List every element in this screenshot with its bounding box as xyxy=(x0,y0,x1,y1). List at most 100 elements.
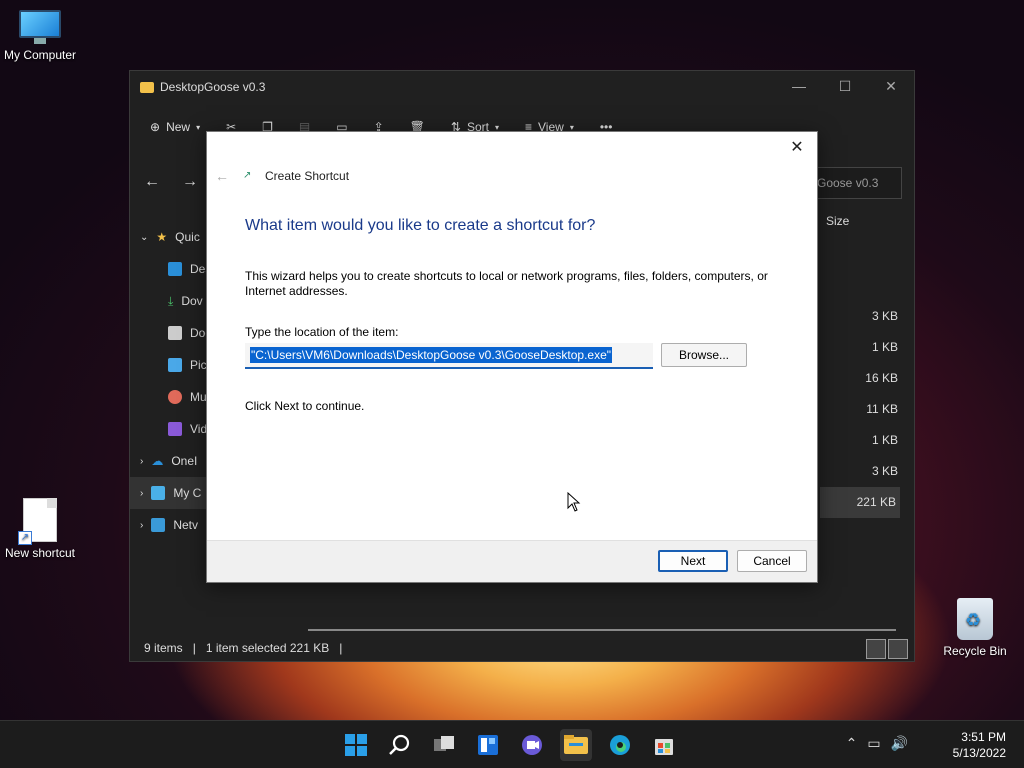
table-row[interactable]: 3 KB xyxy=(820,456,900,487)
location-label: Type the location of the item: xyxy=(245,325,399,339)
clock-time: 3:51 PM xyxy=(961,730,1006,744)
dialog-heading: What item would you like to create a sho… xyxy=(245,217,596,234)
details-view-button[interactable] xyxy=(866,639,886,659)
window-controls: — ☐ ✕ xyxy=(776,71,914,101)
system-tray: ⌃ ▭ 🔊 xyxy=(846,735,908,752)
status-separator: | xyxy=(339,641,343,655)
recycle-bin-icon: ♻ xyxy=(957,598,993,640)
continue-instruction: Click Next to continue. xyxy=(245,399,365,413)
table-row[interactable]: 1 KB xyxy=(820,332,900,363)
start-button[interactable] xyxy=(340,729,372,761)
status-selection: 1 item selected 221 KB xyxy=(205,641,330,655)
desktop-icon xyxy=(168,262,182,276)
dialog-title: Create Shortcut xyxy=(265,169,350,183)
search-icon xyxy=(389,734,410,755)
search-button[interactable] xyxy=(384,729,416,761)
widgets-icon xyxy=(478,735,498,755)
location-input-value: "C:\Users\VM6\Downloads\DesktopGoose v0.… xyxy=(250,347,613,363)
new-button[interactable]: ⊕ New ▾ xyxy=(150,120,200,134)
chat-button[interactable] xyxy=(516,729,548,761)
desktop-icon-label: New shortcut xyxy=(4,546,76,560)
status-item-count: 9 items xyxy=(144,641,183,655)
back-arrow-icon[interactable]: ← xyxy=(144,173,160,191)
picture-icon xyxy=(168,358,182,372)
table-row-selected[interactable]: 221 KB xyxy=(820,487,900,518)
column-header-size[interactable]: Size xyxy=(826,214,849,228)
create-shortcut-dialog: ✕ ← ↗ Create Shortcut What item would yo… xyxy=(206,131,818,583)
table-row[interactable]: 16 KB xyxy=(820,363,900,394)
table-row[interactable]: 3 KB xyxy=(820,301,900,332)
plus-icon: ⊕ xyxy=(150,120,161,134)
desktop-icon-label: Recycle Bin xyxy=(943,644,1007,658)
star-icon: ★ xyxy=(156,230,168,244)
chevron-right-icon: › xyxy=(140,487,144,499)
sidebar-item-label: Mu xyxy=(190,390,207,404)
folder-icon xyxy=(564,735,588,754)
sidebar-item-label: OneI xyxy=(171,454,198,468)
chevron-down-icon: ▾ xyxy=(196,122,201,132)
sidebar-item-label: Vid xyxy=(190,422,208,436)
status-bar: 9 items | 1 item selected 221 KB | xyxy=(130,635,914,661)
location-input[interactable]: "C:\Users\VM6\Downloads\DesktopGoose v0.… xyxy=(245,343,653,369)
browse-button[interactable]: Browse... xyxy=(661,343,747,367)
clock[interactable]: 3:51 PM 5/13/2022 xyxy=(953,729,1006,761)
sidebar-item-label: My C xyxy=(173,486,202,500)
tiles-view-button[interactable] xyxy=(888,639,908,659)
chevron-down-icon: ⌄ xyxy=(140,231,149,243)
table-row[interactable]: 1 KB xyxy=(820,425,900,456)
explorer-title: DesktopGoose v0.3 xyxy=(160,80,266,94)
document-icon xyxy=(168,326,182,340)
file-explorer-button[interactable] xyxy=(560,729,592,761)
windows-logo-icon xyxy=(345,734,367,756)
cloud-icon: ☁ xyxy=(151,454,164,468)
edge-button[interactable] xyxy=(604,729,636,761)
minimize-button[interactable]: — xyxy=(776,71,822,101)
store-icon xyxy=(655,739,673,755)
download-icon: ⤓ xyxy=(168,293,174,308)
sidebar-item-label: Quic xyxy=(175,230,200,244)
volume-icon[interactable]: 🔊 xyxy=(891,735,908,752)
view-toggle xyxy=(866,639,908,659)
back-arrow-icon[interactable]: ← xyxy=(215,168,229,184)
mouse-cursor-icon xyxy=(567,492,581,512)
desktop-icon-new-shortcut[interactable]: ↗ New shortcut xyxy=(0,498,80,560)
dialog-description: This wizard helps you to create shortcut… xyxy=(245,269,768,298)
status-separator: | xyxy=(192,641,196,655)
table-row[interactable]: 11 KB xyxy=(820,394,900,425)
forward-arrow-icon[interactable]: → xyxy=(182,173,198,191)
task-view-icon xyxy=(434,736,454,751)
sidebar-item-label: Netv xyxy=(173,518,199,532)
chevron-up-icon[interactable]: ⌃ xyxy=(846,735,858,752)
chevron-right-icon: › xyxy=(140,519,144,531)
chat-icon xyxy=(522,735,542,755)
new-label: New xyxy=(166,120,191,134)
horizontal-scrollbar[interactable] xyxy=(308,629,896,631)
widgets-button[interactable] xyxy=(472,729,504,761)
store-button[interactable] xyxy=(648,729,680,761)
computer-icon xyxy=(151,486,166,500)
close-button[interactable]: ✕ xyxy=(868,71,914,101)
task-view-button[interactable] xyxy=(428,729,460,761)
network-icon xyxy=(151,518,166,532)
desktop-icon-my-computer[interactable]: My Computer xyxy=(0,10,80,62)
folder-icon xyxy=(140,81,154,93)
network-icon[interactable]: ▭ xyxy=(867,735,880,752)
desktop-icon-recycle-bin[interactable]: ♻ Recycle Bin xyxy=(935,598,1015,658)
chevron-right-icon: › xyxy=(140,455,144,467)
edge-icon xyxy=(610,735,630,755)
desktop-icon-label: My Computer xyxy=(3,48,77,62)
shortcut-file-icon: ↗ xyxy=(18,498,57,545)
dialog-close-button[interactable]: ✕ xyxy=(785,136,809,160)
next-button[interactable]: Next xyxy=(658,550,728,572)
taskbar-apps xyxy=(340,729,680,761)
dialog-footer: Next Cancel xyxy=(207,540,817,582)
taskbar: ⌃ ▭ 🔊 3:51 PM 5/13/2022 xyxy=(0,720,1024,768)
shortcut-wizard-icon: ↗ xyxy=(243,170,252,181)
music-icon xyxy=(168,390,182,404)
video-icon xyxy=(168,422,182,436)
dialog-header: ← ↗ Create Shortcut xyxy=(215,168,349,184)
file-sizes-column: 3 KB 1 KB 16 KB 11 KB 1 KB 3 KB 221 KB xyxy=(820,301,900,518)
cancel-button[interactable]: Cancel xyxy=(737,550,807,572)
sidebar-item-label: Pic xyxy=(190,358,207,372)
maximize-button[interactable]: ☐ xyxy=(822,71,868,101)
